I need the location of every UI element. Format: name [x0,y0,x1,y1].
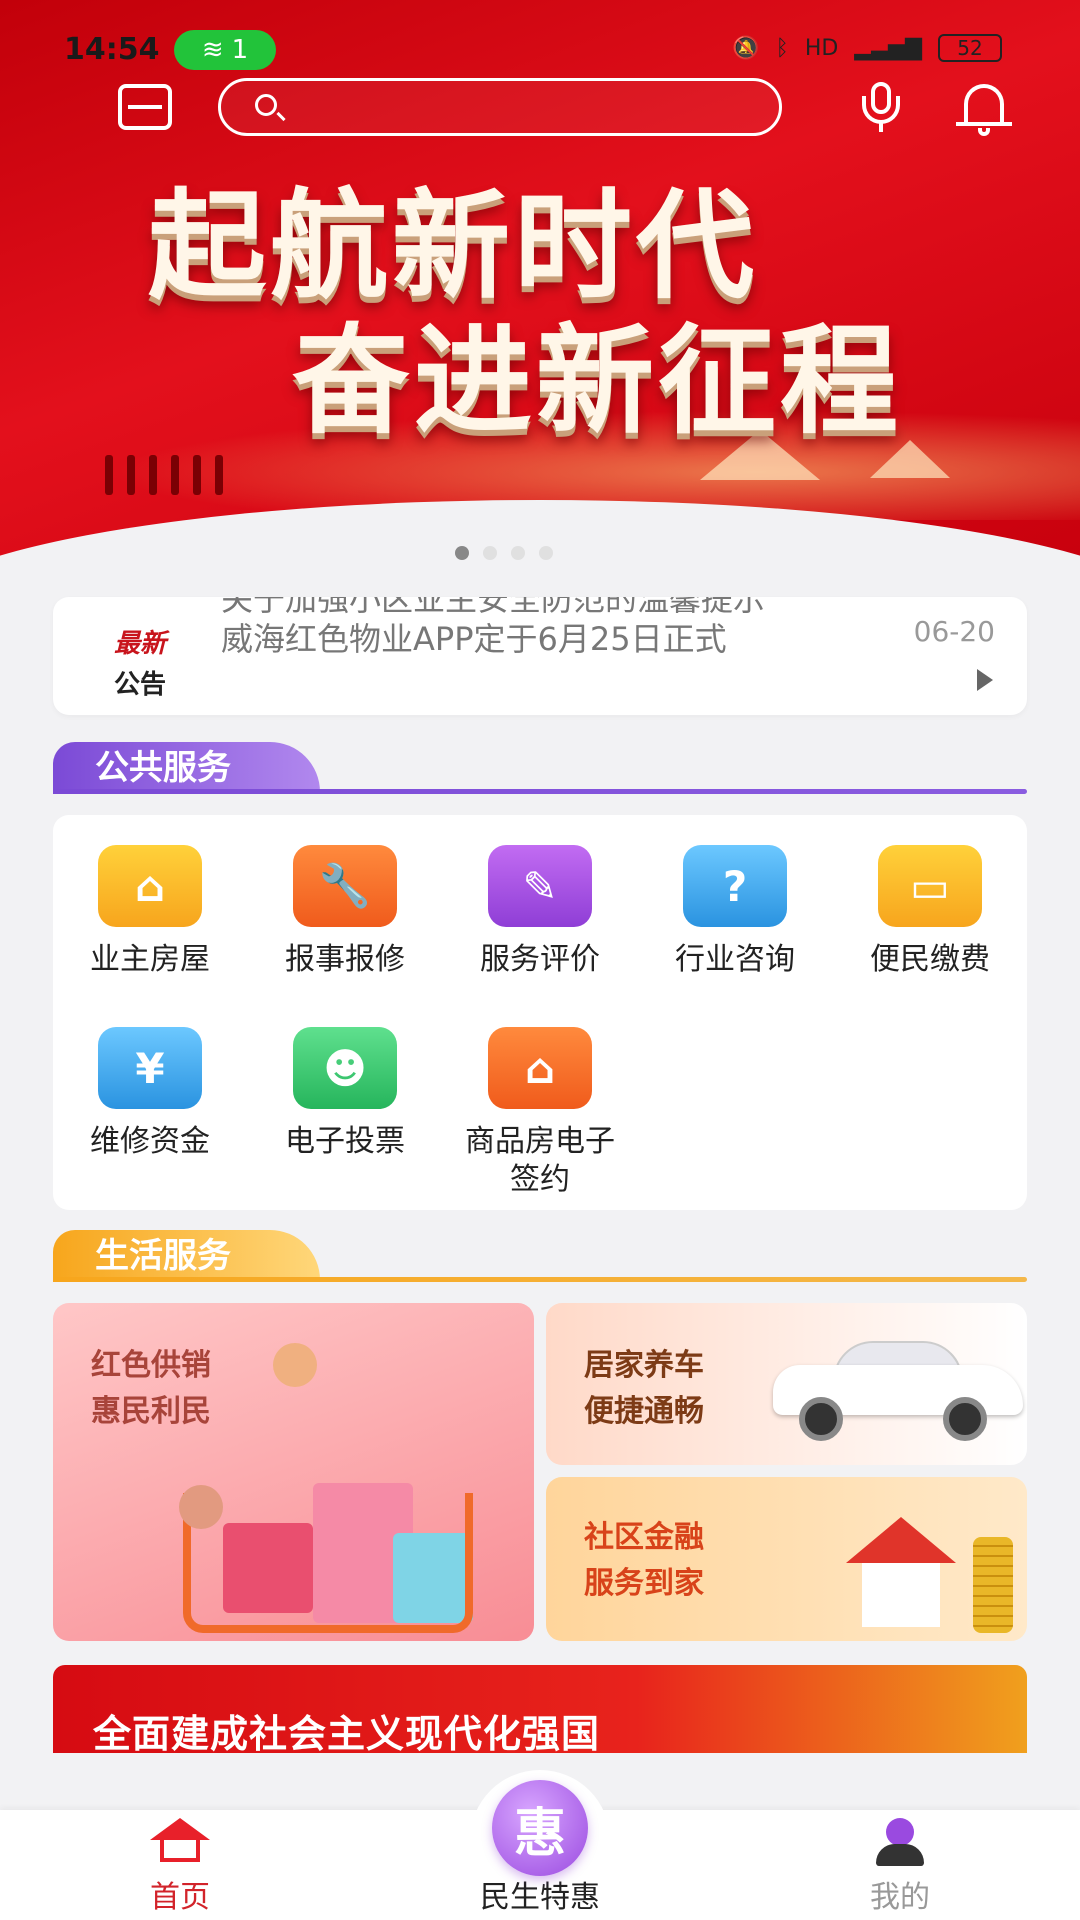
house-sign-icon: ⌂ [488,1027,592,1109]
promo-text: 全面建成社会主义现代化强国 [93,1712,601,1753]
notice-tag-latest: 最新 [113,629,166,659]
hd-icon: HD [804,35,839,61]
notice-date: 06-20 [913,615,995,648]
car-illustration [773,1335,1023,1441]
red-supply-card[interactable]: 红色供销 惠民利民 [53,1303,534,1641]
life-services-title: 生活服务 [53,1230,320,1282]
service-owner-house[interactable]: ⌂ 业主房屋 [53,815,247,985]
coin-icon [273,1343,317,1387]
card-title-line: 服务到家 [584,1566,704,1601]
card-title-line: 红色供销 [91,1348,211,1383]
scan-icon[interactable] [118,84,172,130]
section-underline [53,1277,1027,1282]
notification-bell-icon[interactable] [956,84,1012,136]
banner-slogan-line2: 奋进新征程 [292,311,903,450]
status-bar: 14:54 ≋ 1 🔕 ᛒ HD ▂▃▅▇ 52 [0,28,1080,72]
service-consultation[interactable]: ? 行业咨询 [638,815,832,985]
carousel-indicators [0,546,1044,560]
hotspot-count: 1 [231,35,249,65]
wrench-icon: 🔧 [293,845,397,927]
play-arrow-icon[interactable] [977,669,993,691]
coin-icon [179,1485,223,1529]
service-label: 报事报修 [285,942,405,977]
house-icon: ⌂ [98,845,202,927]
nav-mine[interactable]: 我的 [800,1810,1000,1920]
card-title: 社区金融 服务到家 [584,1515,704,1607]
carousel-dot[interactable] [455,546,469,560]
mute-bell-icon: 🔕 [732,35,760,61]
section-underline [53,789,1027,794]
service-label: 便民缴费 [870,942,990,977]
service-payment[interactable]: ▭ 便民缴费 [833,815,1027,985]
service-house-e-contract[interactable]: ⌂ 商品房电子签约 [443,997,637,1197]
nav-home-label: 首页 [150,1880,210,1915]
service-label: 行业咨询 [675,942,795,977]
community-finance-card[interactable]: 社区金融 服务到家 [546,1477,1027,1641]
card-title-line: 居家养车 [584,1348,704,1383]
banner-flag-silhouettes [105,455,223,495]
card-title-line: 便捷通畅 [584,1394,704,1429]
consult-question-icon: ? [683,845,787,927]
card-title: 红色供销 惠民利民 [91,1343,211,1435]
card-title-line: 惠民利民 [91,1394,211,1429]
car-care-card[interactable]: 居家养车 便捷通畅 [546,1303,1027,1465]
search-icon [255,94,277,116]
service-label: 服务评价 [480,942,600,977]
service-label: 业主房屋 [90,942,210,977]
public-services-header: 公共服务 [53,742,1027,794]
notice-tag: 最新 公告 [105,623,175,701]
signal-5g-icon: ▂▃▅▇ [854,35,922,61]
nav-center-label: 民生特惠 [480,1880,600,1915]
life-services-header: 生活服务 [53,1230,1027,1282]
notice-tag-announcement: 公告 [113,670,166,700]
user-icon [872,1818,928,1866]
special-offer-badge-icon[interactable]: 惠 [492,1780,588,1876]
notice-item[interactable]: 威海红色物业APP定于6月25日正式 [221,619,901,659]
bluetooth-icon: ᛒ [775,35,789,61]
promo-banner[interactable]: 全面建成社会主义现代化强国 [53,1665,1027,1753]
life-services-cards: 红色供销 惠民利民 居家养车 便捷通畅 社区金融 服务到家 [53,1303,1027,1641]
service-report-repair[interactable]: 🔧 报事报修 [248,815,442,985]
service-label: 商品房电子签约 [465,1124,615,1197]
public-services-grid: ⌂ 业主房屋 🔧 报事报修 ✎ 服务评价 ? 行业咨询 ▭ 便民缴费 ¥ 维修资… [53,815,1027,1210]
card-title-line: 社区金融 [584,1520,704,1555]
house-finance-illustration [846,1517,956,1627]
service-maintenance-fund[interactable]: ¥ 维修资金 [53,997,247,1167]
wifi-icon: ≋ [201,35,224,65]
notice-card[interactable]: 最新 公告 关于加强小区业主安全防范的温馨提示 威海红色物业APP定于6月25日… [53,597,1027,715]
public-services-title: 公共服务 [53,742,320,794]
nav-mine-label: 我的 [870,1880,930,1915]
service-label: 电子投票 [285,1124,405,1159]
hotspot-pill: ≋ 1 [174,30,276,70]
notice-scroll-text[interactable]: 关于加强小区业主安全防范的温馨提示 威海红色物业APP定于6月25日正式 [221,597,901,659]
service-label: 维修资金 [90,1124,210,1159]
status-time: 14:54 [64,32,160,67]
carousel-dot[interactable] [539,546,553,560]
card-payment-icon: ▭ [878,845,982,927]
service-e-vote[interactable]: ☻ 电子投票 [248,997,442,1167]
microphone-icon[interactable] [862,82,900,132]
card-title: 居家养车 便捷通畅 [584,1343,704,1435]
coin-stack-icon [973,1537,1013,1633]
top-toolbar [0,76,1080,140]
carousel-dot[interactable] [483,546,497,560]
carousel-dot[interactable] [511,546,525,560]
home-icon [150,1818,210,1864]
service-evaluation[interactable]: ✎ 服务评价 [443,815,637,985]
search-input[interactable] [218,78,782,136]
shopping-cart-illustration [183,1453,483,1633]
nav-home[interactable]: 首页 [80,1810,280,1920]
notice-item[interactable]: 关于加强小区业主安全防范的温馨提示 [221,597,901,619]
yuan-coin-icon: ¥ [98,1027,202,1109]
clipboard-edit-icon: ✎ [488,845,592,927]
vote-person-icon: ☻ [293,1027,397,1109]
battery-icon: 52 [938,34,1002,62]
status-icons: 🔕 ᛒ HD ▂▃▅▇ 52 [732,34,1002,62]
